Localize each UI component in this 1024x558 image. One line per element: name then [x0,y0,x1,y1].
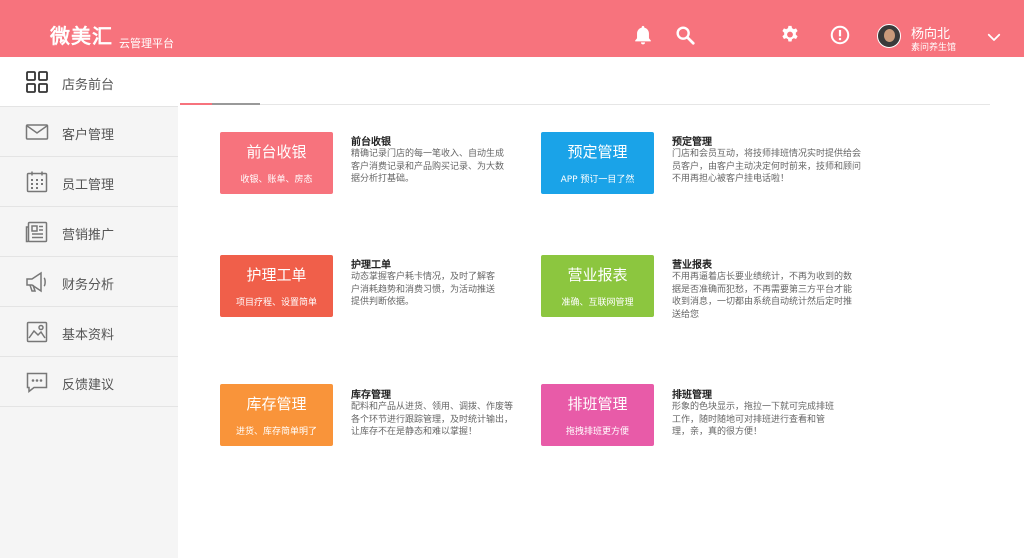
module-desc-text: 动态掌握客户耗卡情况，及时了解客户消耗趋势和消费习惯，为活动推送提供判断依据。 [351,272,496,307]
module-subtitle: 拖拽排班更方便 [565,427,629,437]
module-desc-title: 预定管理 [672,137,712,148]
sidebar-item-label: 财务分析 [62,278,115,293]
module-subtitle: 项目疗程、设置简单 [235,298,317,308]
sidebar-item-staff[interactable]: 员工管理 [0,157,178,207]
megaphone-icon [25,270,49,294]
cashier-module-button[interactable]: 前台收银 收银、账单、房态 [220,132,333,194]
mail-icon [25,120,49,144]
search-icon[interactable] [674,24,696,46]
sidebar-item-label: 营销推广 [62,228,115,243]
app-logo-subtitle: 云管理平台 [119,37,174,50]
module-desc-text: 不用再逼着店长要业绩统计，不再为收到的数据是否准确而犯愁，不再需要第三方平台才能… [672,272,853,320]
module-title: 预定管理 [567,143,628,161]
report-module-button[interactable]: 营业报表 准确、互联网管理 [541,255,654,317]
schedule-module-button[interactable]: 排班管理 拖拽排班更方便 [541,384,654,446]
module-desc-title: 排班管理 [672,390,712,401]
sidebar-item-label: 店务前台 [62,78,115,93]
module-desc-title: 营业报表 [672,260,712,271]
sidebar-item-label: 员工管理 [62,178,115,193]
gear-icon[interactable] [779,24,801,46]
booking-module-button[interactable]: 预定管理 APP 预订一目了然 [541,132,654,194]
grid-icon [25,70,49,94]
module-subtitle: 收银、账单、房态 [240,175,313,185]
calendar-icon [25,170,49,194]
sidebar-item-customers[interactable]: 客户管理 [0,107,178,157]
module-desc-title: 护理工单 [351,260,391,271]
alert-icon[interactable] [829,24,851,46]
module-title: 前台收银 [246,143,307,161]
image-icon [25,320,49,344]
top-header: 微美汇 云管理平台 杨向北 素问养生馆 [0,0,1024,57]
tab-indicator [180,103,260,105]
module-desc-title: 库存管理 [351,390,391,401]
sidebar-top-bar: 店务前台 [0,57,1024,107]
content-divider [180,104,990,105]
sidebar-item-label: 客户管理 [62,128,115,143]
module-desc-text: 形象的色块显示，拖拉一下就可完成排班工作，随时随地可对排班进行查看和管理，亲，真… [672,402,835,437]
module-desc-text: 门店和会员互动，将技师排班情况实时提供给会员客户，由客户主动决定何时前来，技师和… [672,149,862,184]
sidebar-item-finance[interactable]: 财务分析 [0,257,178,307]
module-title: 护理工单 [246,266,307,284]
module-title: 库存管理 [246,395,307,413]
module-desc-title: 前台收银 [351,137,391,148]
user-avatar[interactable] [877,24,901,48]
app-logo[interactable]: 微美汇 [50,20,113,49]
sidebar-item-feedback[interactable]: 反馈建议 [0,357,178,407]
sidebar-item-storefront[interactable]: 店务前台 [0,57,178,107]
care-order-module-button[interactable]: 护理工单 项目疗程、设置简单 [220,255,333,317]
chat-icon [25,370,49,394]
newspaper-icon [25,220,49,244]
module-title: 营业报表 [567,266,628,284]
module-subtitle: 准确、互联网管理 [561,298,634,308]
module-title: 排班管理 [567,395,628,413]
chevron-down-icon[interactable] [985,28,1003,46]
module-desc-text: 精确记录门店的每一笔收入、自动生成客户消费记录和产品购买记录、为大数据分析打基础… [351,149,505,184]
sidebar-item-profile[interactable]: 基本资料 [0,307,178,357]
sidebar-item-marketing[interactable]: 营销推广 [0,207,178,257]
module-desc-text: 配料和产品从进货、领用、调拨、作废等各个环节进行跟踪管理，及时统计输出，让库存不… [351,402,514,437]
module-subtitle: 进货、库存简单明了 [235,427,317,437]
sidebar-item-label: 反馈建议 [62,378,115,393]
user-store-name: 素问养生馆 [911,43,957,53]
module-subtitle: APP 预订一目了然 [560,175,635,185]
sidebar-item-label: 基本资料 [62,328,115,343]
inventory-module-button[interactable]: 库存管理 进货、库存简单明了 [220,384,333,446]
bell-icon[interactable] [632,24,654,46]
